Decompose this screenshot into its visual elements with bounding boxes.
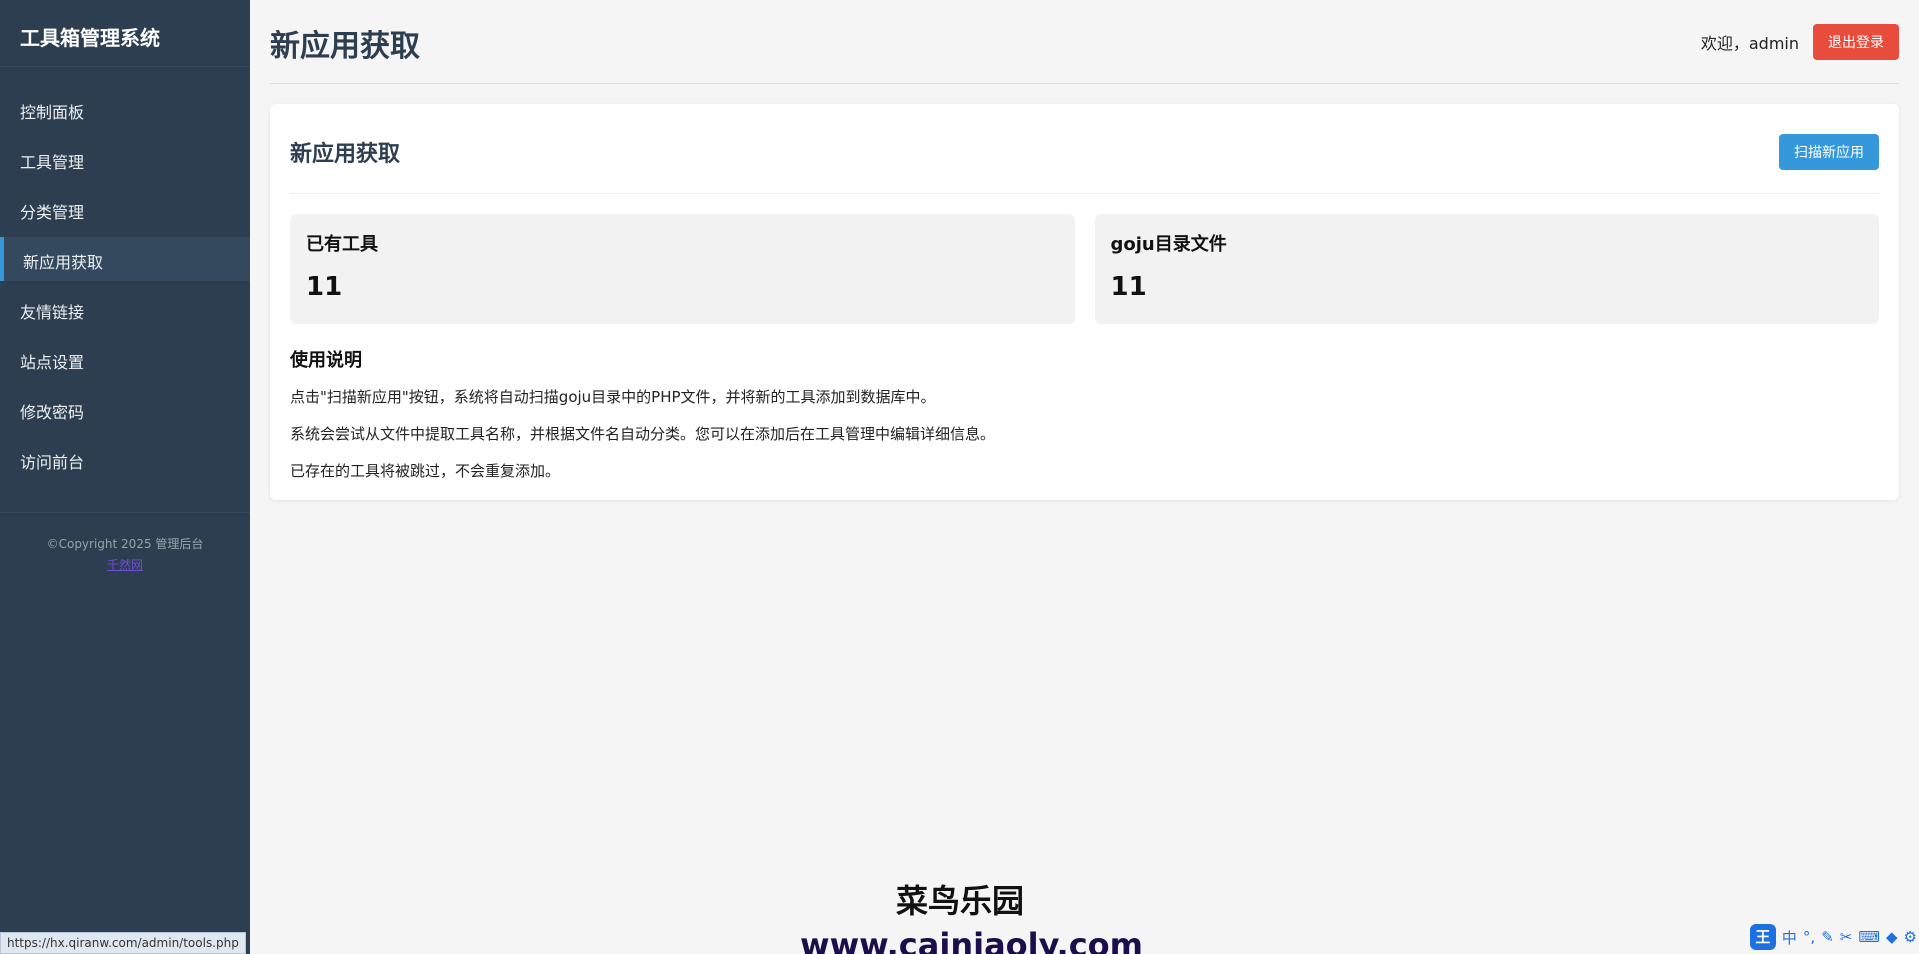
brand-title: 工具箱管理系统	[0, 0, 250, 67]
sidebar-item-site-settings[interactable]: 站点设置	[0, 337, 250, 381]
instruction-line: 系统会尝试从文件中提取工具名称，并根据文件名自动分类。您可以在添加后在工具管理中…	[290, 425, 996, 443]
page-header: 新应用获取 欢迎，admin 退出登录	[270, 0, 1899, 84]
sidebar-footer: ©Copyright 2025 管理后台 千然网	[0, 512, 250, 573]
welcome-text: 欢迎，admin	[1700, 33, 1799, 53]
ime-logo-icon[interactable]: 王	[1749, 924, 1776, 950]
stat-label: goju目录文件	[1110, 234, 1227, 255]
stat-label: 已有工具	[306, 234, 378, 255]
instructions-title: 使用说明	[290, 350, 362, 371]
ime-punctuation-toggle[interactable]: °,	[1803, 928, 1815, 946]
page-title: 新应用获取	[270, 28, 420, 64]
stat-value: 11	[306, 272, 343, 302]
ime-mode-toggle[interactable]: 中	[1782, 927, 1797, 948]
ime-toolbar[interactable]: 王 中 °, ✎ ✂ ⌨ ◆ ⚙	[1749, 924, 1917, 950]
new-apps-card: 新应用获取 扫描新应用 已有工具 11 goju目录文件 11 使用说明 点击"…	[270, 104, 1899, 500]
watermark: 菜鸟乐园 www.cainiaoly.com	[800, 876, 1143, 954]
skin-icon[interactable]: ◆	[1886, 928, 1898, 946]
header-user-area: 欢迎，admin 退出登录	[1700, 23, 1899, 60]
sidebar-item-dashboard[interactable]: 控制面板	[0, 87, 250, 131]
sidebar-item-friend-links[interactable]: 友情链接	[0, 287, 250, 331]
card-title: 新应用获取	[290, 141, 401, 167]
pen-icon[interactable]: ✎	[1821, 928, 1834, 946]
scissors-icon[interactable]: ✂	[1840, 928, 1853, 946]
card-header: 新应用获取 扫描新应用	[290, 124, 1879, 194]
sidebar-item-new-apps[interactable]: 新应用获取	[0, 237, 250, 281]
watermark-title: 菜鸟乐园	[895, 882, 1024, 920]
main-content: 新应用获取 欢迎，admin 退出登录 新应用获取 扫描新应用 已有工具 11 …	[270, 0, 1899, 500]
scan-new-apps-button[interactable]: 扫描新应用	[1779, 133, 1879, 170]
gear-icon[interactable]: ⚙	[1904, 928, 1917, 946]
stats-row: 已有工具 11 goju目录文件 11	[290, 214, 1879, 324]
stat-goju-files: goju目录文件 11	[1094, 214, 1879, 324]
footer-link[interactable]: 千然网	[0, 556, 250, 573]
keyboard-icon[interactable]: ⌨	[1858, 928, 1880, 946]
sidebar-item-change-password[interactable]: 修改密码	[0, 387, 250, 431]
instruction-line: 点击"扫描新应用"按钮，系统将自动扫描goju目录中的PHP文件，并将新的工具添…	[290, 388, 936, 406]
sidebar-item-visit-frontend[interactable]: 访问前台	[0, 437, 250, 481]
logout-button[interactable]: 退出登录	[1813, 23, 1899, 60]
stat-value: 11	[1110, 272, 1147, 302]
sidebar-nav: 控制面板 工具管理 分类管理 新应用获取 友情链接 站点设置 修改密码 访问前台	[0, 87, 250, 481]
instruction-line: 已存在的工具将被跳过，不会重复添加。	[290, 462, 561, 480]
sidebar: 工具箱管理系统 控制面板 工具管理 分类管理 新应用获取 友情链接 站点设置 修…	[0, 0, 250, 954]
watermark-url: www.cainiaoly.com	[800, 926, 1143, 954]
stat-existing-tools: 已有工具 11	[290, 214, 1075, 324]
sidebar-item-categories[interactable]: 分类管理	[0, 187, 250, 231]
sidebar-item-tools[interactable]: 工具管理	[0, 137, 250, 181]
copyright-text: ©Copyright 2025 管理后台	[46, 537, 204, 551]
status-bar-url: https://hx.qiranw.com/admin/tools.php	[0, 932, 246, 954]
